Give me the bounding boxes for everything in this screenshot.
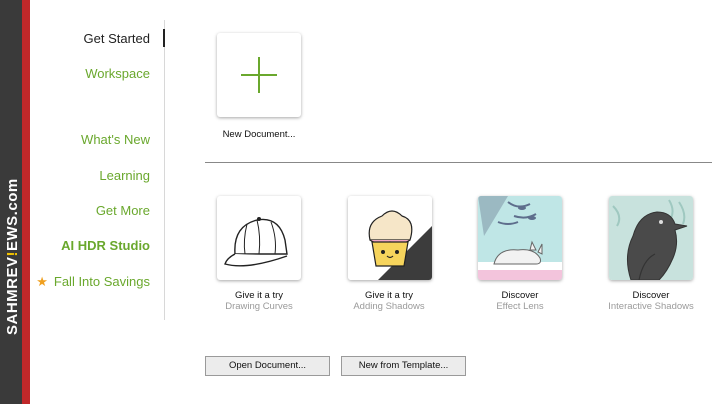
tutorial-subtitle: Drawing Curves	[225, 301, 293, 312]
sidebar-item-label: What's New	[81, 132, 150, 147]
sidebar: Get Started Workspace What's New Learnin…	[36, 20, 165, 320]
tutorial-title: Discover	[632, 290, 670, 301]
sidebar-item-label: Learning	[99, 168, 150, 183]
open-document-button[interactable]: Open Document...	[205, 356, 330, 376]
section-divider	[205, 162, 712, 163]
sidebar-item-label: Fall Into Savings	[53, 274, 150, 289]
tutorial-tile-adding-shadows[interactable]	[348, 196, 432, 280]
star-icon: ★	[36, 274, 48, 289]
sidebar-item-label: Workspace	[85, 66, 150, 81]
sidebar-item-get-more[interactable]: Get More	[96, 203, 150, 218]
sidebar-item-label: Get More	[95, 203, 150, 218]
tutorial-tile-interactive-shadows[interactable]	[609, 196, 693, 280]
cat-illustration	[478, 196, 562, 280]
cupcake-illustration	[348, 196, 432, 280]
cap-illustration	[224, 217, 288, 267]
tutorial-title: Give it a try	[364, 290, 414, 301]
tutorial-tile-effect-lens[interactable]	[478, 196, 562, 280]
watermark-red-bar	[22, 0, 30, 404]
tutorial-tile-drawing-curves[interactable]	[217, 196, 301, 280]
sidebar-item-learning[interactable]: Learning	[99, 168, 150, 183]
sidebar-item-label: Get Started	[83, 31, 150, 46]
sidebar-item-get-started[interactable]: Get Started	[84, 31, 150, 46]
tutorial-subtitle: Interactive Shadows	[608, 301, 694, 312]
tutorial-title: Discover	[501, 290, 539, 301]
sidebar-item-whats-new[interactable]: What's New	[81, 132, 150, 147]
watermark-logo: SAHMREV!EWS.com	[4, 178, 21, 335]
tutorial-subtitle: Adding Shadows	[353, 301, 425, 312]
sidebar-item-label: AI HDR Studio	[61, 238, 150, 253]
sidebar-item-fall-into-savings[interactable]: ★ Fall Into Savings	[36, 274, 150, 290]
new-from-template-button[interactable]: New from Template...	[341, 356, 466, 376]
sidebar-item-workspace[interactable]: Workspace	[85, 66, 150, 81]
new-document-label: New Document...	[222, 129, 296, 140]
new-document-tile[interactable]	[217, 33, 301, 117]
active-indicator	[163, 29, 165, 47]
plus-icon	[241, 57, 277, 93]
tutorial-subtitle: Effect Lens	[496, 301, 544, 312]
sidebar-item-ai-hdr-studio[interactable]: AI HDR Studio	[61, 238, 150, 253]
raven-illustration	[609, 196, 693, 280]
tutorial-title: Give it a try	[234, 290, 284, 301]
